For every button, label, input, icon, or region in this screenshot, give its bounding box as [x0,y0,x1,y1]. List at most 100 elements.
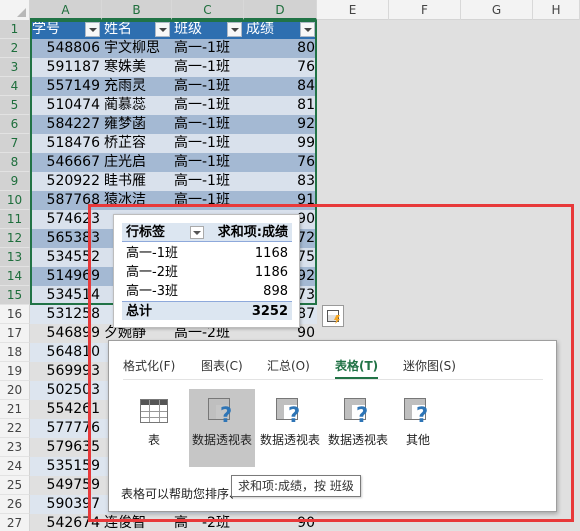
tab-tables[interactable]: 表格(T) [335,357,379,380]
row-header[interactable]: 1 [0,20,30,39]
pivot-table-option-1[interactable]: ? 数据透视表 [189,389,255,467]
cell-name[interactable]: 桥芷容 [102,134,172,153]
cell-id[interactable]: 510474 [30,96,102,115]
row-header[interactable]: 23 [0,438,30,457]
cell-class[interactable]: 高一-1班 [172,153,244,172]
column-header-c[interactable]: C [172,0,244,20]
cell-class[interactable]: 高一-2班 [172,514,244,531]
tab-charts[interactable]: 图表(C) [201,357,243,374]
column-header-a[interactable]: A [30,0,102,20]
cell-id[interactable]: 514969 [30,267,102,286]
row-header[interactable]: 16 [0,305,30,324]
row-header[interactable]: 12 [0,229,30,248]
cell-score[interactable]: 90 [244,514,317,531]
row-header[interactable]: 24 [0,457,30,476]
cell-id[interactable]: 591187 [30,58,102,77]
cell-id[interactable]: 534552 [30,248,102,267]
cell-id[interactable]: 584227 [30,115,102,134]
row-header[interactable]: 9 [0,172,30,191]
cell-id[interactable]: 587768 [30,191,102,210]
cell-name[interactable]: 寒姝美 [102,58,172,77]
cell-name[interactable]: 庄光启 [102,153,172,172]
cell-id[interactable]: 565383 [30,229,102,248]
cell-score[interactable]: 76 [244,153,317,172]
cell-score[interactable]: 99 [244,134,317,153]
cell-name[interactable]: 猿冰洁 [102,191,172,210]
row-header[interactable]: 15 [0,286,30,305]
column-header-f[interactable]: F [389,0,461,20]
cell-id[interactable]: 518476 [30,134,102,153]
pivot-table-option-2[interactable]: ? 数据透视表 [257,389,323,467]
cell-score[interactable]: 83 [244,172,317,191]
row-header[interactable]: 17 [0,324,30,343]
cell-id[interactable]: 549759 [30,476,102,495]
row-header[interactable]: 7 [0,134,30,153]
row-header[interactable]: 11 [0,210,30,229]
cell-id[interactable]: 554261 [30,400,102,419]
row-header[interactable]: 20 [0,381,30,400]
cell-id[interactable]: 546899 [30,324,102,343]
cell-id[interactable]: 534514 [30,286,102,305]
row-header[interactable]: 8 [0,153,30,172]
filter-dropdown-class[interactable] [227,22,242,37]
cell-class[interactable]: 高一-1班 [172,191,244,210]
cell-name[interactable]: 宇文柳思 [102,39,172,58]
cell-class[interactable]: 高一-1班 [172,96,244,115]
cell-name[interactable]: 眭书雁 [102,172,172,191]
cell-class[interactable]: 高一-1班 [172,134,244,153]
select-all-corner[interactable] [0,0,30,20]
row-header[interactable]: 4 [0,77,30,96]
filter-dropdown-score[interactable] [300,22,315,37]
cell-score[interactable]: 81 [244,96,317,115]
column-header-g[interactable]: G [461,0,533,20]
cell-id[interactable]: 520922 [30,172,102,191]
row-header[interactable]: 10 [0,191,30,210]
column-header-b[interactable]: B [102,0,172,20]
cell-score[interactable]: 80 [244,39,317,58]
cell-score[interactable]: 84 [244,77,317,96]
cell-class[interactable]: 高一-1班 [172,115,244,134]
cell-id[interactable]: 546667 [30,153,102,172]
cell-id[interactable]: 564810 [30,343,102,362]
cell-name[interactable]: 蔺慕蕊 [102,96,172,115]
cell-id[interactable]: 579635 [30,438,102,457]
row-header[interactable]: 5 [0,96,30,115]
cell-class[interactable]: 高一-1班 [172,58,244,77]
column-header-h[interactable]: H [533,0,580,20]
row-header[interactable]: 19 [0,362,30,381]
cell-id[interactable]: 590397 [30,495,102,514]
row-header[interactable]: 27 [0,514,30,531]
row-header[interactable]: 14 [0,267,30,286]
cell-name[interactable]: 充雨灵 [102,77,172,96]
cell-id[interactable]: 502503 [30,381,102,400]
cell-class[interactable]: 高一-1班 [172,77,244,96]
tab-totals[interactable]: 汇总(O) [267,357,310,374]
column-header-d[interactable]: D [244,0,317,20]
cell-score[interactable]: 76 [244,58,317,77]
cell-id[interactable]: 577776 [30,419,102,438]
quick-analysis-button[interactable] [322,305,344,327]
cell-name[interactable]: 连俊智 [102,514,172,531]
cell-class[interactable]: 高一-1班 [172,172,244,191]
row-header[interactable]: 18 [0,343,30,362]
cell-score[interactable]: 91 [244,191,317,210]
cell-name[interactable]: 雍梦菡 [102,115,172,134]
table-option[interactable]: 表 [121,389,187,467]
row-header[interactable]: 22 [0,419,30,438]
row-header[interactable]: 21 [0,400,30,419]
row-header[interactable]: 13 [0,248,30,267]
pivot-table-option-3[interactable]: ? 数据透视表 [325,389,391,467]
filter-dropdown-name[interactable] [155,22,170,37]
cell-score[interactable]: 92 [244,115,317,134]
cell-id[interactable]: 548806 [30,39,102,58]
cell-id[interactable]: 535159 [30,457,102,476]
column-header-e[interactable]: E [317,0,389,20]
tab-sparklines[interactable]: 迷你图(S) [403,357,456,374]
cell-id[interactable]: 574623 [30,210,102,229]
cell-class[interactable]: 高一-1班 [172,39,244,58]
more-option[interactable]: ? 其他 [385,389,451,467]
cell-id[interactable]: 569993 [30,362,102,381]
cell-id[interactable]: 557149 [30,77,102,96]
tab-formatting[interactable]: 格式化(F) [123,357,175,374]
filter-dropdown-id[interactable] [85,22,100,37]
